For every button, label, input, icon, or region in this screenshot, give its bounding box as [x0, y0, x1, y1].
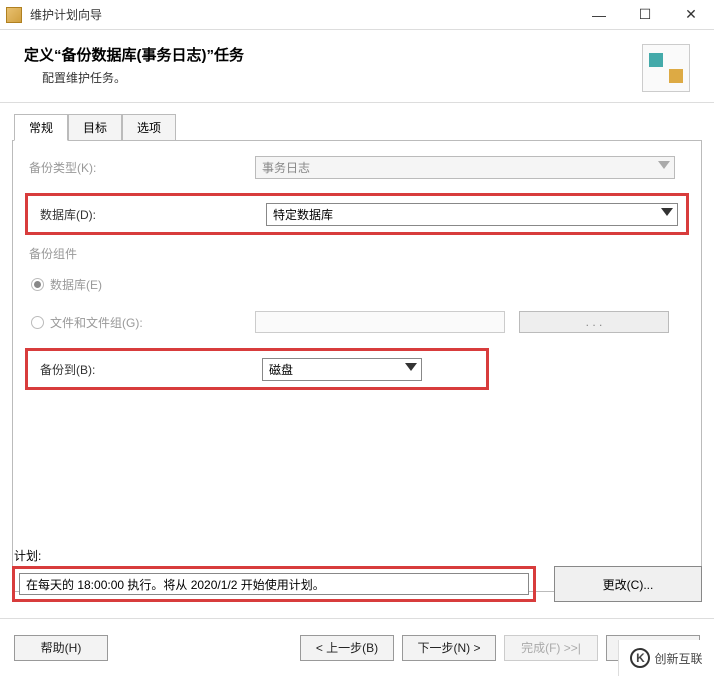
radio-icon	[31, 316, 44, 329]
database-label: 数据库(D):	[36, 206, 266, 223]
backup-to-value: 磁盘	[269, 361, 293, 378]
radio-filegroup-label: 文件和文件组(G):	[50, 314, 143, 331]
change-schedule-button[interactable]: 更改(C)...	[554, 566, 702, 602]
wizard-icon	[642, 44, 690, 92]
tab-target[interactable]: 目标	[68, 114, 122, 141]
highlight-schedule	[12, 566, 536, 602]
maximize-button[interactable]: ☐	[622, 0, 668, 30]
tab-strip: 常规 目标 选项	[14, 113, 714, 140]
backup-type-label: 备份类型(K):	[25, 159, 255, 176]
backup-type-value: 事务日志	[262, 159, 310, 176]
component-label: 备份组件	[25, 245, 255, 262]
title-bar: 维护计划向导 — ☐ ✕	[0, 0, 714, 30]
backup-type-select: 事务日志	[255, 156, 675, 179]
chevron-down-icon	[658, 161, 670, 169]
close-button[interactable]: ✕	[668, 0, 714, 30]
filegroup-input	[255, 311, 505, 333]
back-button[interactable]: < 上一步(B)	[300, 635, 394, 661]
database-value: 特定数据库	[273, 206, 333, 223]
radio-database-label: 数据库(E)	[50, 276, 102, 293]
wizard-header: 定义“备份数据库(事务日志)”任务 配置维护任务。	[0, 30, 714, 103]
database-select[interactable]: 特定数据库	[266, 203, 678, 226]
app-icon	[6, 7, 22, 23]
help-button[interactable]: 帮助(H)	[14, 635, 108, 661]
page-title: 定义“备份数据库(事务日志)”任务	[24, 44, 642, 65]
page-subtitle: 配置维护任务。	[24, 69, 642, 86]
highlight-database: 数据库(D): 特定数据库	[25, 193, 689, 235]
highlight-backup-to: 备份到(B): 磁盘	[25, 348, 489, 390]
tab-options[interactable]: 选项	[122, 114, 176, 141]
backup-to-select[interactable]: 磁盘	[262, 358, 422, 381]
radio-icon	[31, 278, 44, 291]
radio-filegroup: 文件和文件组(G):	[25, 314, 255, 331]
filegroup-browse-button: . . .	[519, 311, 669, 333]
backup-to-label: 备份到(B):	[36, 361, 262, 378]
watermark: K 创新互联	[618, 640, 714, 676]
finish-button: 完成(F) >>|	[504, 635, 598, 661]
chevron-down-icon	[661, 208, 673, 216]
window-title: 维护计划向导	[28, 6, 576, 23]
tab-general[interactable]: 常规	[14, 114, 68, 141]
schedule-label: 计划:	[12, 547, 702, 564]
chevron-down-icon	[405, 363, 417, 371]
watermark-text: 创新互联	[654, 650, 702, 667]
watermark-icon: K	[630, 648, 650, 668]
wizard-footer: 帮助(H) < 上一步(B) 下一步(N) > 完成(F) >>| 取消	[0, 618, 714, 676]
minimize-button[interactable]: —	[576, 0, 622, 30]
schedule-input[interactable]	[19, 573, 529, 595]
next-button[interactable]: 下一步(N) >	[402, 635, 496, 661]
schedule-section: 计划: 更改(C)...	[12, 547, 702, 602]
tab-panel-general: 备份类型(K): 事务日志 数据库(D): 特定数据库 备份组件 数据库(E) …	[12, 140, 702, 592]
radio-database: 数据库(E)	[25, 276, 102, 293]
